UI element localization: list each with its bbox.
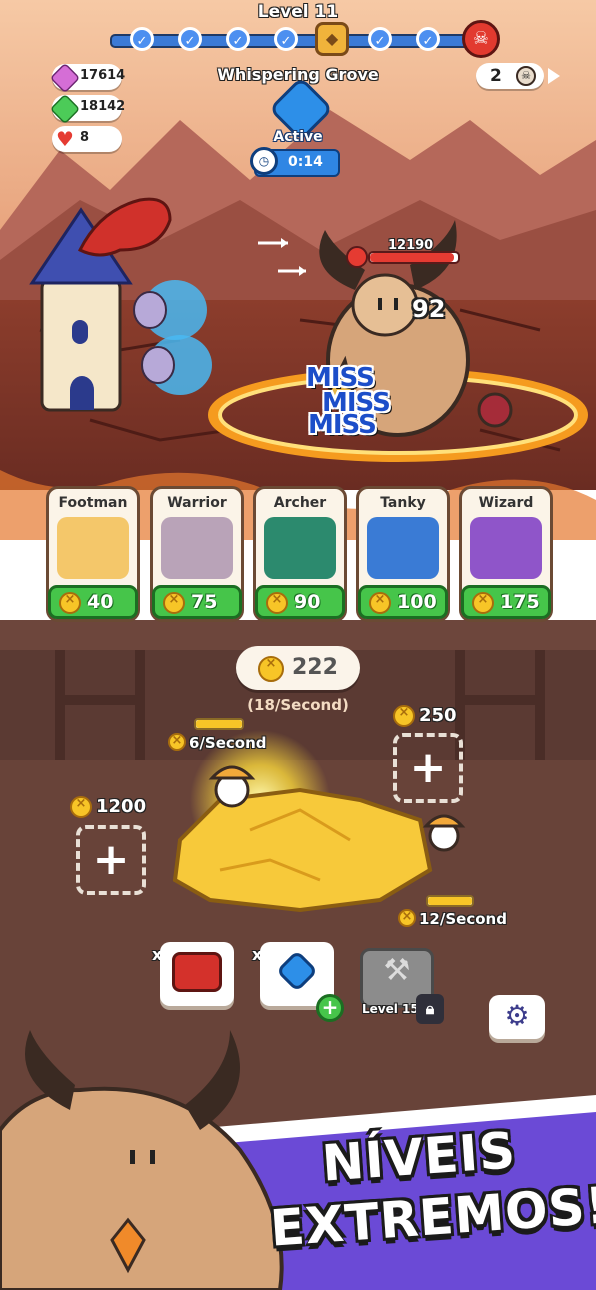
gold-rate: (18/Second) bbox=[247, 696, 349, 714]
coin-icon bbox=[393, 705, 415, 727]
unit-cost: 75 bbox=[191, 591, 218, 613]
wizard-portrait-icon bbox=[470, 517, 542, 579]
coin-icon bbox=[266, 592, 288, 614]
ability-status: Active bbox=[273, 129, 323, 145]
unit-name: Archer bbox=[273, 495, 327, 511]
gold-counter: 222 bbox=[236, 646, 360, 690]
unit-cost: 90 bbox=[294, 591, 321, 613]
game-scene: Level 11 ✓ ✓ ✓ ✓ ◆ ✓ ✓ ☠ 17614 18142 ♥ 8… bbox=[0, 0, 596, 1290]
coin-icon bbox=[258, 656, 284, 682]
stage-complete-icon: ✓ bbox=[416, 27, 440, 51]
turret-icon bbox=[172, 952, 222, 992]
archer-portrait-icon bbox=[264, 517, 336, 579]
unit-cost: 40 bbox=[87, 591, 114, 613]
ability-timer: ◷ 0:14 bbox=[250, 147, 340, 177]
unit-cost: 100 bbox=[397, 591, 437, 613]
unit-name: Footman bbox=[58, 495, 128, 511]
progress-fill bbox=[196, 720, 242, 728]
skull-count: 2 bbox=[490, 66, 502, 86]
slot-left-cost: 1200 bbox=[96, 796, 147, 817]
slot-right-cost: 250 bbox=[419, 705, 457, 726]
boss-icon: ☠ bbox=[462, 20, 500, 58]
unit-cost: 175 bbox=[500, 591, 540, 613]
green-gem-value: 18142 bbox=[80, 99, 126, 114]
unit-name: Tanky bbox=[380, 495, 426, 511]
unit-name: Warrior bbox=[167, 495, 227, 511]
unit-card-warrior[interactable]: Warrior 75 bbox=[150, 486, 244, 622]
boss-health-fill bbox=[370, 253, 454, 262]
miner-left-rate: 6/Second bbox=[189, 734, 267, 752]
unit-card-tanky[interactable]: Tanky 100 bbox=[356, 486, 450, 622]
green-gem-counter[interactable]: 18142 bbox=[49, 93, 126, 125]
stage-complete-icon: ✓ bbox=[130, 27, 154, 51]
coin-icon bbox=[369, 592, 391, 614]
coin-icon bbox=[472, 592, 494, 614]
skull-icon: ☠ bbox=[516, 66, 536, 86]
damage-number: 92 bbox=[412, 295, 446, 323]
stage-complete-icon: ✓ bbox=[178, 27, 202, 51]
turret-powerup-button[interactable] bbox=[160, 942, 234, 1006]
level-title: Level 11 bbox=[257, 2, 339, 22]
gold-value: 222 bbox=[292, 655, 338, 680]
unit-card-wizard[interactable]: Wizard 175 bbox=[459, 486, 553, 622]
tanky-portrait-icon bbox=[367, 517, 439, 579]
gear-icon: ⚙ bbox=[504, 999, 530, 1032]
boss-skull-icon bbox=[346, 246, 368, 268]
add-miner-left-button[interactable]: + bbox=[76, 825, 146, 895]
miner-left-progress bbox=[194, 718, 244, 730]
chest-icon[interactable]: ◆ bbox=[315, 22, 349, 56]
plus-icon: + bbox=[92, 834, 130, 885]
plus-icon: + bbox=[409, 742, 447, 793]
settings-button[interactable]: ⚙ bbox=[489, 995, 545, 1039]
coin-icon bbox=[168, 733, 186, 751]
unit-cost-button[interactable]: 100 bbox=[358, 585, 448, 619]
coin-icon bbox=[70, 796, 92, 818]
add-miner-right-button[interactable]: + bbox=[393, 733, 463, 803]
add-gem-button[interactable]: + bbox=[316, 994, 344, 1022]
miss-text: MISS bbox=[308, 410, 377, 440]
unit-cost-button[interactable]: 75 bbox=[152, 585, 242, 619]
stage-complete-icon: ✓ bbox=[368, 27, 392, 51]
unit-card-archer[interactable]: Archer 90 bbox=[253, 486, 347, 622]
clock-icon: ◷ bbox=[250, 147, 278, 175]
locked-level-label: Level 15 bbox=[362, 1002, 419, 1016]
progress-fill bbox=[428, 897, 472, 905]
unit-cost-button[interactable]: 40 bbox=[48, 585, 138, 619]
lock-icon: 🔒︎ bbox=[416, 994, 444, 1024]
skull-counter[interactable]: 2 ☠ bbox=[476, 63, 544, 89]
unit-card-footman[interactable]: Footman 40 bbox=[46, 486, 140, 622]
stage-complete-icon: ✓ bbox=[274, 27, 298, 51]
stage-complete-icon: ✓ bbox=[226, 27, 250, 51]
miner-right-progress bbox=[426, 895, 474, 907]
ability-timer-value: 0:14 bbox=[288, 154, 323, 170]
play-arrow-icon[interactable] bbox=[548, 68, 560, 84]
pickaxe-icon: ⚒ bbox=[383, 953, 411, 988]
miner-right-rate: 12/Second bbox=[419, 910, 507, 928]
background-art bbox=[0, 0, 596, 1290]
unit-name: Wizard bbox=[478, 495, 534, 511]
coin-icon bbox=[398, 909, 416, 927]
footman-portrait-icon bbox=[57, 517, 129, 579]
warrior-portrait-icon bbox=[161, 517, 233, 579]
coin-icon bbox=[59, 592, 81, 614]
unit-cost-button[interactable]: 175 bbox=[461, 585, 551, 619]
boss-health-bar bbox=[368, 251, 460, 264]
coin-icon bbox=[163, 592, 185, 614]
ability-gem-icon bbox=[275, 949, 319, 993]
unit-cost-button[interactable]: 90 bbox=[255, 585, 345, 619]
